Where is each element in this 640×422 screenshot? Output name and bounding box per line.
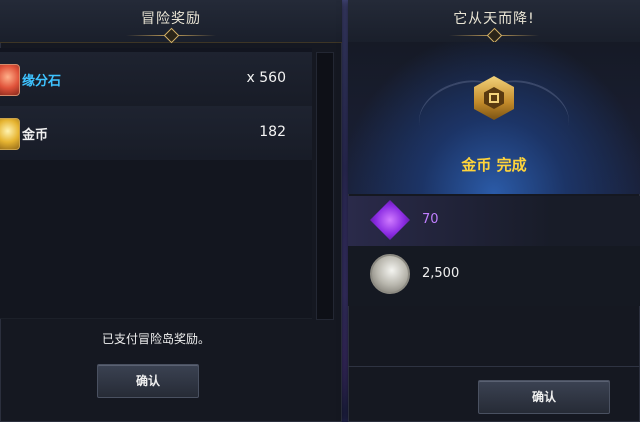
empty-reward-slot <box>0 214 312 269</box>
gain-list: 70 2,500 <box>348 196 640 306</box>
header-ornament-icon <box>126 27 216 44</box>
red-stone-icon <box>0 64 20 96</box>
header-ornament-icon <box>449 27 539 44</box>
panel-header: 它从天而降! <box>348 0 640 44</box>
reward-quantity: x 560 <box>246 70 286 86</box>
reward-list-scrollbar[interactable] <box>316 52 334 320</box>
gain-value: 2,500 <box>422 266 460 281</box>
reward-row: 缘分石 x 560 <box>0 52 312 107</box>
gain-row: 2,500 <box>348 250 640 300</box>
purple-crystal-icon <box>370 200 410 240</box>
achievement-panel: 它从天而降! 金币 完成 70 2,500 确认 <box>348 0 640 422</box>
reward-list[interactable]: 缘分石 x 560 金币 182 <box>0 48 312 319</box>
payment-message: 已支付冒险岛奖励。 <box>101 332 210 346</box>
panel-header: 冒险奖励 <box>0 0 342 44</box>
gain-value: 70 <box>422 212 439 227</box>
gold-coin-icon <box>0 118 20 150</box>
confirm-button[interactable]: 确认 <box>97 364 199 398</box>
achievement-hero: 金币 完成 <box>348 42 640 194</box>
reward-row: 金币 182 <box>0 106 312 161</box>
empty-reward-slot <box>0 160 312 215</box>
reward-name: 缘分石 <box>22 74 62 89</box>
divider <box>348 366 640 367</box>
panel-title: 冒险奖励 <box>141 11 201 27</box>
gold-badge-icon <box>474 76 514 120</box>
achievement-title: 金币 完成 <box>461 156 527 174</box>
panel-title: 它从天而降! <box>453 11 535 27</box>
reward-quantity: 182 <box>259 124 286 140</box>
confirm-button[interactable]: 确认 <box>478 380 610 414</box>
silver-coin-icon <box>370 254 410 294</box>
reward-name: 金币 <box>22 128 49 143</box>
empty-reward-slot <box>0 268 312 319</box>
adventure-reward-panel: 冒险奖励 缘分石 x 560 金币 182 已支付冒险岛奖励。 确认 <box>0 0 342 422</box>
gain-row: 70 <box>348 196 640 246</box>
